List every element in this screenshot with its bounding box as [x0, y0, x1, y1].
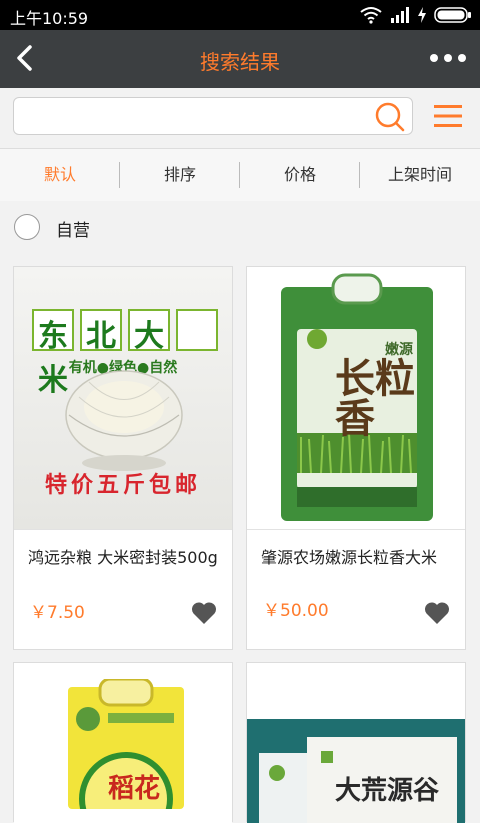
wifi-icon — [360, 7, 382, 24]
product-price: ￥50.00 — [263, 601, 329, 621]
tab-listing-time[interactable]: 上架时间 — [360, 149, 480, 201]
product-price: ￥7.50 — [30, 603, 85, 623]
search-input[interactable] — [22, 99, 366, 135]
signal-icon — [391, 7, 409, 23]
self-operated-radio[interactable] — [14, 214, 40, 240]
tab-label: 上架时间 — [387, 165, 452, 184]
rice-bag-icon: 稻花 — [68, 679, 184, 809]
product-image[interactable]: 稻花 — [14, 663, 232, 823]
search-icon[interactable] — [374, 101, 406, 133]
status-icons — [360, 6, 472, 24]
menu-icon[interactable] — [432, 102, 464, 130]
page-title: 搜索结果 — [200, 50, 280, 74]
product-card[interactable]: 东北大米 有机●绿色●自然 特价五斤包邮 鸿远杂粮 大米密封装500g ￥7.5… — [13, 266, 233, 650]
search-row — [0, 88, 480, 148]
gift-box-icon: 大荒源谷 — [259, 737, 457, 823]
rice-bag-label: 长粒香 — [335, 355, 415, 442]
self-operated-label: 自营 — [56, 221, 90, 241]
tab-default[interactable]: 默认 — [0, 149, 120, 201]
search-box — [13, 97, 413, 135]
charging-icon — [418, 7, 426, 23]
rice-banner-text: 特价五斤包邮 — [44, 472, 201, 498]
filter-bar: 默认 排序 价格 上架时间 — [0, 148, 480, 202]
product-image[interactable]: 东北大米 有机●绿色●自然 特价五斤包邮 — [14, 267, 232, 530]
battery-icon — [434, 7, 471, 23]
tab-price[interactable]: 价格 — [240, 149, 360, 201]
rice-bowl-icon — [65, 370, 183, 471]
tab-label: 排序 — [163, 165, 196, 184]
more-options-icon[interactable] — [428, 48, 468, 68]
product-name[interactable]: 肇源农场嫩源长粒香大米 — [261, 545, 456, 571]
product-card[interactable]: 大荒源谷 — [246, 662, 466, 823]
tab-sort[interactable]: 排序 — [120, 149, 240, 201]
product-image[interactable]: 长粒香 嫩源 — [247, 267, 465, 530]
gift-box-label: 大荒源谷 — [335, 776, 440, 806]
tab-label: 默认 — [43, 165, 76, 184]
heart-icon[interactable] — [190, 600, 218, 626]
rice-bag-brand: 嫩源 — [385, 342, 413, 358]
product-card[interactable]: 稻花 — [13, 662, 233, 823]
product-name[interactable]: 鸿远杂粮 大米密封装500g — [28, 545, 223, 571]
heart-icon[interactable] — [423, 600, 451, 626]
self-operated-filter: 自营 — [0, 201, 480, 253]
status-time: 上午10:59 — [10, 9, 89, 28]
app-bar: 搜索结果 — [0, 30, 480, 88]
product-image[interactable]: 大荒源谷 — [247, 663, 465, 823]
status-bar: 上午10:59 — [0, 0, 480, 30]
tab-label: 价格 — [283, 165, 316, 184]
product-card[interactable]: 长粒香 嫩源 肇源农场嫩源长粒香大米 ￥50.00 — [246, 266, 466, 650]
